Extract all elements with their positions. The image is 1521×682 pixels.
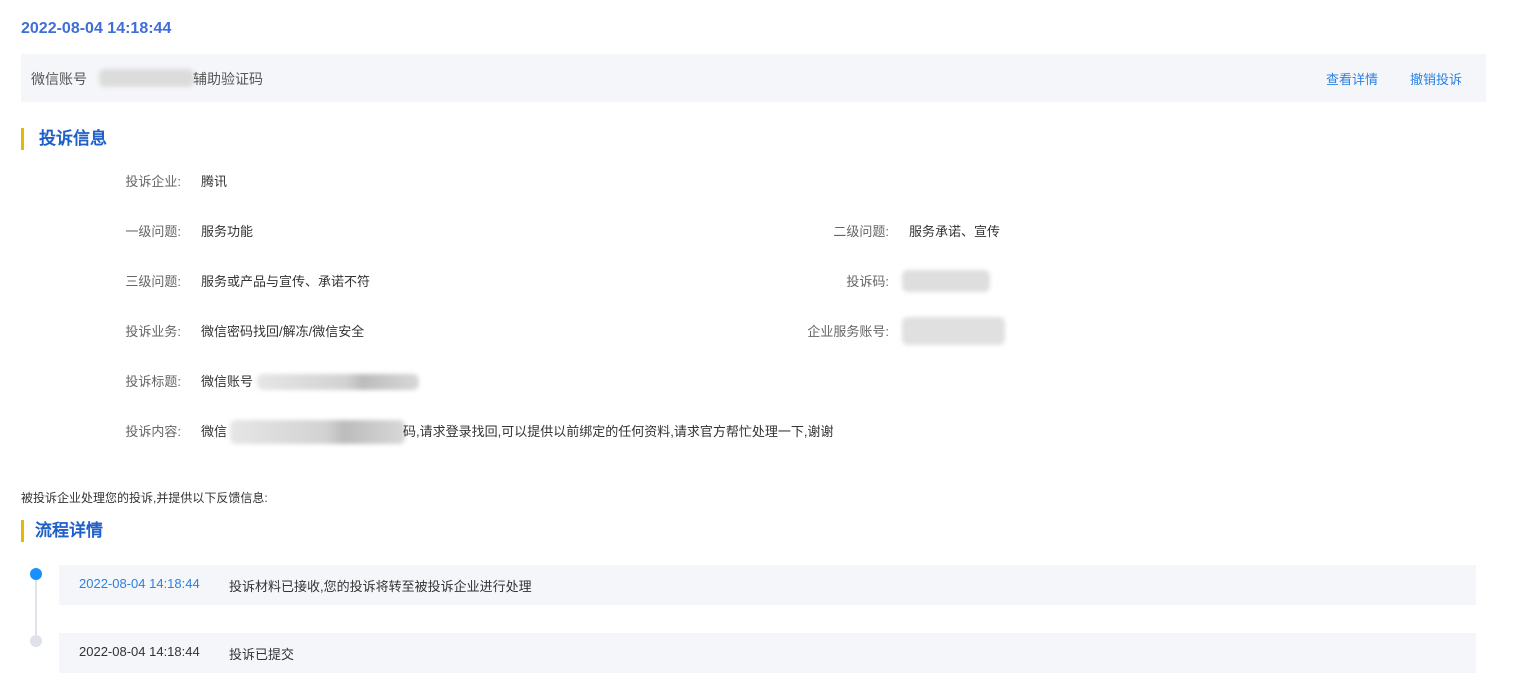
account-suffix: 辅助验证码	[193, 71, 263, 87]
timeline-text: 投诉已提交	[229, 647, 295, 662]
view-detail-link[interactable]: 查看详情	[1326, 69, 1378, 88]
business-field: 投诉业务:	[61, 323, 181, 341]
level2-field: 二级问题:	[769, 223, 889, 241]
level1-field: 一级问题:	[61, 223, 181, 241]
redacted-complaint-code	[902, 270, 990, 292]
redacted-content	[230, 420, 405, 444]
service-account-field: 企业服务账号:	[769, 323, 889, 341]
level3-label: 三级问题:	[125, 274, 181, 289]
flow-detail-title: 流程详情	[21, 520, 103, 542]
company-value: 腾讯	[201, 174, 228, 189]
subject-prefix: 微信账号	[201, 374, 254, 389]
complaint-timestamp: 2022-08-04 14:18:44	[21, 20, 172, 37]
timeline-dot-inactive	[30, 635, 42, 647]
redacted-subject	[257, 374, 419, 390]
content-suffix: 码,请求登录找回,可以提供以前绑定的任何资料,请求官方帮忙处理一下,谢谢	[403, 424, 834, 439]
timeline-connector	[35, 578, 37, 638]
timeline-dot-active	[30, 568, 42, 580]
revoke-complaint-link[interactable]: 撤销投诉	[1410, 69, 1462, 88]
level1-value: 服务功能	[201, 224, 254, 239]
level1-label: 一级问题:	[125, 224, 181, 239]
company-field: 投诉企业:	[61, 173, 181, 191]
account-label: 微信账号	[31, 71, 87, 87]
complaint-info-title: 投诉信息	[21, 128, 107, 150]
level2-label: 二级问题:	[833, 224, 889, 239]
feedback-note: 被投诉企业处理您的投诉,并提供以下反馈信息:	[21, 491, 268, 505]
redacted-account	[99, 69, 194, 87]
timeline-time: 2022-08-04 14:18:44	[79, 576, 200, 591]
complaint-summary-bar: 微信账号 辅助验证码 查看详情 撤销投诉	[21, 54, 1486, 102]
content-label: 投诉内容:	[125, 424, 181, 439]
timeline-item: 2022-08-04 14:18:44 投诉已提交	[59, 633, 1476, 673]
level3-field: 三级问题:	[61, 273, 181, 291]
timeline-time: 2022-08-04 14:18:44	[79, 644, 200, 659]
service-account-label: 企业服务账号:	[807, 324, 889, 339]
level2-value: 服务承诺、宣传	[909, 224, 1001, 239]
timeline-item: 2022-08-04 14:18:44 投诉材料已接收,您的投诉将转至被投诉企业…	[59, 565, 1476, 605]
content-field: 投诉内容:	[61, 423, 181, 441]
business-label: 投诉业务:	[125, 324, 181, 339]
content-prefix: 微信	[201, 424, 228, 439]
complaint-code-field: 投诉码:	[769, 273, 889, 291]
business-value: 微信密码找回/解冻/微信安全	[201, 324, 365, 339]
company-label: 投诉企业:	[125, 174, 181, 189]
subject-field: 投诉标题:	[61, 373, 181, 391]
complaint-code-label: 投诉码:	[846, 274, 889, 289]
subject-label: 投诉标题:	[125, 374, 181, 389]
redacted-service-account	[902, 317, 1005, 345]
timeline-text: 投诉材料已接收,您的投诉将转至被投诉企业进行处理	[229, 579, 532, 594]
level3-value: 服务或产品与宣传、承诺不符	[201, 274, 371, 289]
